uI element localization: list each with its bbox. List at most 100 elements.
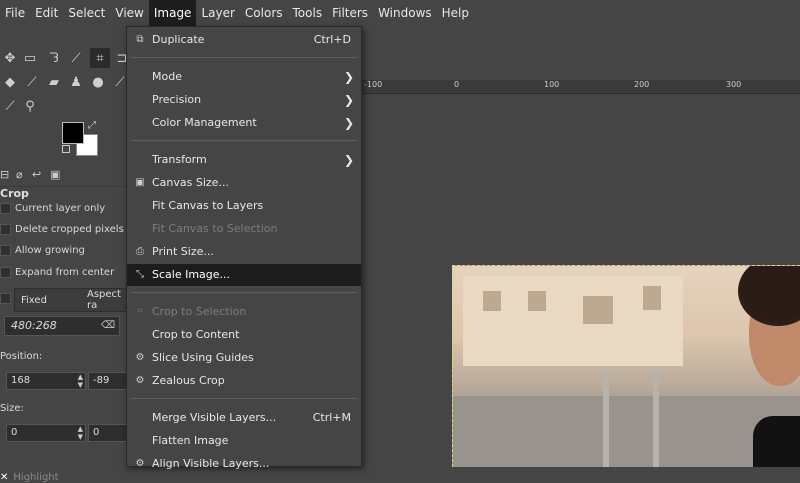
bucket-fill-icon[interactable]: ◆ — [0, 72, 20, 92]
photo-window — [643, 286, 661, 310]
menu-item-duplicate[interactable]: ⧉ Duplicate Ctrl+D — [127, 29, 361, 51]
undo-history-tab-icon[interactable]: ↩ — [32, 168, 41, 181]
size-w-value: 0 — [11, 427, 18, 438]
fixed-aspect-combo[interactable]: Fixed Aspect ra — [14, 288, 128, 312]
submenu-arrow-icon: ❯ — [343, 93, 354, 107]
crop-icon: ⌗ — [137, 306, 143, 317]
menu-separator — [131, 140, 357, 141]
printer-icon: ⎙ — [136, 246, 144, 257]
foreground-color[interactable] — [62, 122, 84, 144]
menu-item-merge-visible[interactable]: Merge Visible Layers... Ctrl+M — [127, 407, 361, 429]
menu-file[interactable]: File — [0, 0, 30, 26]
menu-layer[interactable]: Layer — [196, 0, 239, 26]
tool-options-title: Crop — [0, 186, 128, 200]
photo-window — [483, 291, 501, 311]
spin-arrows-icon[interactable]: ▲ ▼ — [78, 425, 83, 441]
size-h-input[interactable]: 0 — [88, 424, 128, 442]
rect-select-icon[interactable]: ▭ — [20, 48, 40, 68]
highlight-option[interactable]: ✕ Highlight — [0, 472, 59, 483]
menu-item-transform[interactable]: Transform ❯ — [127, 149, 361, 171]
menu-image[interactable]: Image — [148, 0, 197, 26]
menu-help[interactable]: Help — [437, 0, 474, 26]
submenu-arrow-icon: ❯ — [343, 70, 354, 84]
clear-field-icon[interactable]: ⌫ — [101, 317, 115, 335]
menu-separator — [131, 398, 357, 399]
aspect-ratio-value: 480:268 — [11, 319, 57, 332]
dock-tabs: ⊟ ⌀ ↩ ▣ — [0, 166, 128, 186]
close-icon[interactable]: ✕ — [0, 472, 8, 483]
position-label: Position: — [0, 351, 43, 362]
expand-from-center-label: Expand from center — [15, 266, 115, 278]
allow-growing-checkbox[interactable]: Allow growing — [0, 242, 85, 258]
menu-item-crop-content[interactable]: Crop to Content — [127, 324, 361, 346]
paintbrush-icon[interactable]: ⟋ — [22, 72, 42, 92]
current-layer-only-checkbox[interactable]: Current layer only — [0, 200, 105, 216]
spin-arrows-icon[interactable]: ▲ ▼ — [78, 373, 83, 389]
menu-item-precision[interactable]: Precision ❯ — [127, 89, 361, 111]
photo-wall — [453, 396, 800, 467]
ruler-label: 0 — [454, 80, 460, 89]
menu-tools[interactable]: Tools — [288, 0, 328, 26]
smudge-icon[interactable]: ● — [88, 72, 108, 92]
default-colors-icon[interactable] — [62, 145, 70, 153]
toolbox: ✥ ▭ ᘊ ⟋ ⌗ ⊐ ◆ ⟋ ▰ ♟ ● ⟋ ⟋ ⚲ ⤢ ⊟ ⌀ ↩ ▣ Cr… — [0, 26, 128, 483]
menu-bar: File Edit Select View Image Layer Colors… — [0, 0, 800, 26]
position-y-value: -89 — [93, 375, 110, 386]
menu-item-align-visible[interactable]: ⚙ Align Visible Layers... — [127, 453, 361, 475]
image-canvas[interactable] — [452, 265, 800, 467]
aspect-ratio-field[interactable]: 480:268 ⌫ — [4, 316, 120, 336]
photo-railing — [653, 371, 659, 467]
delete-cropped-checkbox[interactable]: Delete cropped pixels — [0, 221, 124, 237]
images-tab-icon[interactable]: ▣ — [50, 168, 60, 181]
menu-item-mode[interactable]: Mode ❯ — [127, 66, 361, 88]
menu-item-zealous-crop[interactable]: ⚙ Zealous Crop — [127, 370, 361, 392]
scale-image-icon: ⤡ — [136, 269, 144, 280]
lasso-icon[interactable]: ᘊ — [44, 48, 64, 68]
menu-edit[interactable]: Edit — [30, 0, 63, 26]
menu-filters[interactable]: Filters — [327, 0, 373, 26]
menu-item-color-management[interactable]: Color Management ❯ — [127, 112, 361, 134]
menu-item-crop-selection: ⌗ Crop to Selection — [127, 301, 361, 323]
size-w-input[interactable]: 0 ▲ ▼ — [6, 424, 86, 442]
fuzzy-select-icon[interactable]: ⟋ — [66, 48, 86, 68]
position-y-input[interactable]: -89 — [88, 372, 128, 390]
aspect-ratio-option: Aspect ra — [87, 289, 121, 311]
menu-item-canvas-size[interactable]: ▣ Canvas Size... — [127, 172, 361, 194]
menu-item-print-size[interactable]: ⎙ Print Size... — [127, 241, 361, 263]
menu-view[interactable]: View — [110, 0, 148, 26]
duplicate-icon: ⧉ — [136, 34, 144, 45]
menu-separator — [131, 292, 357, 293]
move-tool-icon[interactable]: ✥ — [0, 48, 20, 68]
menu-select[interactable]: Select — [63, 0, 110, 26]
swap-colors-icon[interactable]: ⤢ — [88, 120, 96, 131]
expand-from-center-checkbox[interactable]: Expand from center — [0, 264, 114, 280]
menu-item-fit-canvas-layers[interactable]: Fit Canvas to Layers — [127, 195, 361, 217]
photo-window — [583, 296, 613, 324]
fixed-checkbox[interactable] — [0, 293, 11, 304]
position-x-input[interactable]: 168 ▲ ▼ — [6, 372, 86, 390]
image-menu-dropdown: ⧉ Duplicate Ctrl+D Mode ❯ Precision ❯ Color … — [126, 26, 362, 470]
delete-cropped-label: Delete cropped pixels — [15, 223, 124, 235]
color-picker-icon[interactable]: ⟋ — [0, 96, 20, 116]
fixed-row: Fixed Aspect ra — [0, 288, 128, 312]
menu-item-scale-image[interactable]: ⤡ Scale Image... — [127, 264, 361, 286]
ruler-label: 300 — [726, 80, 742, 89]
menu-item-flatten[interactable]: Flatten Image — [127, 430, 361, 452]
menu-windows[interactable]: Windows — [373, 0, 437, 26]
photo-railing — [603, 371, 609, 467]
ruler-label: 100 — [544, 80, 560, 89]
submenu-arrow-icon: ❯ — [343, 116, 354, 130]
align-icon: ⚙ — [135, 458, 145, 469]
device-status-tab-icon[interactable]: ⌀ — [16, 168, 23, 181]
ruler-label: 200 — [634, 80, 650, 89]
eraser-icon[interactable]: ▰ — [44, 72, 64, 92]
tool-options-tab-icon[interactable]: ⊟ — [0, 168, 9, 181]
menu-item-fit-canvas-selection: Fit Canvas to Selection — [152, 222, 278, 235]
horizontal-ruler[interactable]: -100 0 100 200 300 — [360, 80, 800, 94]
clone-icon[interactable]: ♟ — [66, 72, 86, 92]
zoom-icon[interactable]: ⚲ — [20, 96, 40, 116]
crop-tool-icon[interactable]: ⌗ — [90, 48, 110, 68]
submenu-arrow-icon: ❯ — [343, 153, 354, 167]
menu-colors[interactable]: Colors — [240, 0, 288, 26]
menu-item-slice-guides[interactable]: ⚙ Slice Using Guides — [127, 347, 361, 369]
